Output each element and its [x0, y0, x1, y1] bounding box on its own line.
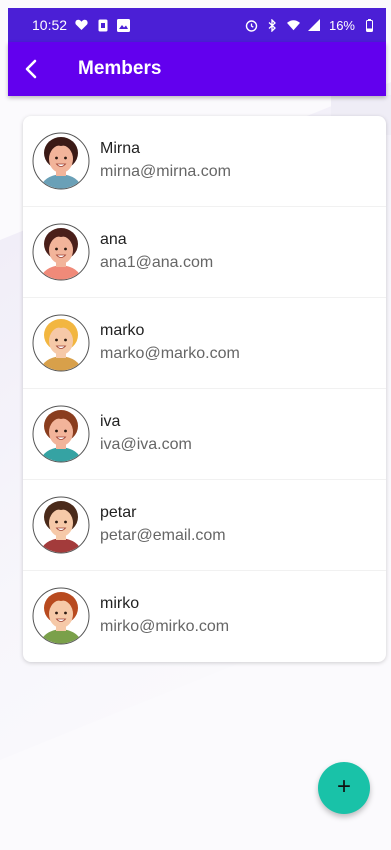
battery-icon [363, 18, 376, 32]
members-list: Mirna mirna@mirna.com ana ana1@ana.com marko… [23, 116, 386, 662]
bluetooth-icon [266, 18, 279, 32]
member-row[interactable]: marko marko@marko.com [23, 298, 386, 389]
member-name: petar [100, 504, 137, 521]
member-avatar [32, 587, 90, 645]
member-avatar [32, 405, 90, 463]
member-email: mirko@mirko.com [100, 618, 230, 635]
member-email: marko@marko.com [100, 345, 240, 362]
wifi-icon [286, 19, 300, 32]
plus-icon: + [336, 773, 351, 800]
sim-icon [96, 19, 109, 32]
member-email: ana1@ana.com [100, 254, 214, 271]
member-email: iva@iva.com [100, 436, 192, 453]
app-bar: Members [8, 42, 386, 96]
alarm-icon [245, 19, 258, 32]
page-title: Members [78, 58, 162, 79]
member-row[interactable]: ana ana1@ana.com [23, 207, 386, 298]
member-row[interactable]: petar petar@email.com [23, 480, 386, 571]
heart-icon [75, 19, 88, 32]
image-icon [117, 18, 131, 32]
member-row[interactable]: mirko mirko@mirko.com [23, 571, 386, 661]
back-button[interactable] [8, 42, 54, 96]
member-name: Mirna [100, 140, 141, 157]
member-avatar [32, 223, 90, 281]
member-email: mirna@mirna.com [100, 163, 231, 180]
status-bar: 10:52 16% [8, 8, 386, 42]
add-member-button[interactable]: + [318, 762, 370, 814]
member-name: mirko [100, 595, 140, 612]
member-avatar [32, 132, 90, 190]
member-row[interactable]: iva iva@iva.com [23, 389, 386, 480]
member-avatar [32, 314, 90, 372]
battery-percent: 16% [328, 17, 355, 33]
status-time: 10:52 [32, 17, 68, 33]
member-email: petar@email.com [100, 527, 226, 544]
member-name: iva [100, 413, 121, 430]
member-name: marko [100, 322, 145, 339]
signal-icon [308, 19, 321, 32]
member-avatar [32, 496, 90, 554]
member-row[interactable]: Mirna mirna@mirna.com [23, 116, 386, 207]
member-name: ana [100, 231, 127, 248]
back-arrow-icon [25, 59, 37, 79]
